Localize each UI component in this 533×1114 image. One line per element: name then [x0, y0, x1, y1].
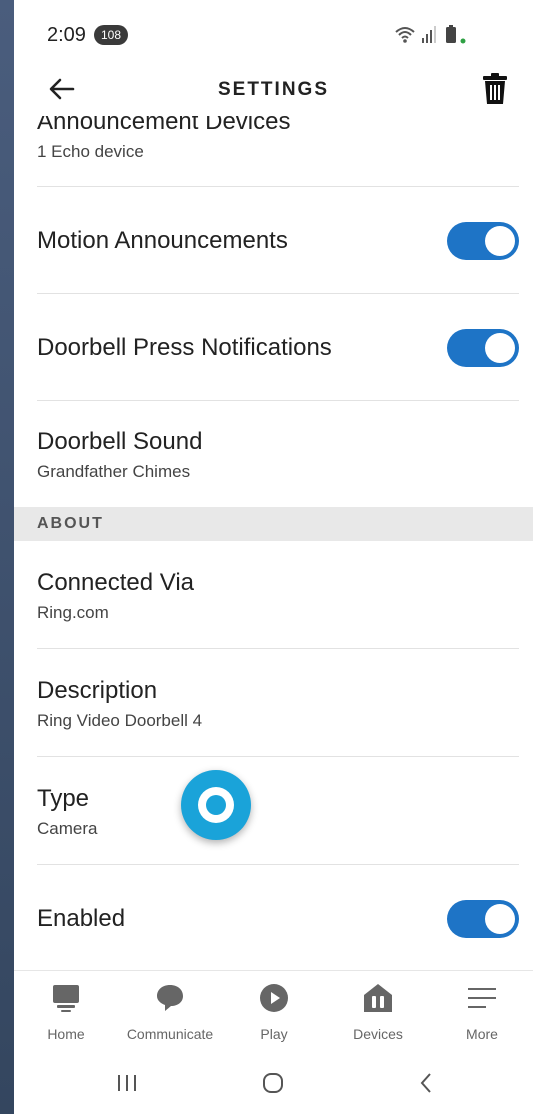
status-bar: 2:09 108 [14, 0, 533, 60]
toggle-knob [485, 226, 515, 256]
about-title: Description [37, 677, 158, 704]
notification-count-badge: 108 [94, 25, 128, 45]
status-time: 2:09 [47, 24, 86, 46]
bottom-nav: Home Communicate Play Devices More [14, 970, 533, 1051]
system-back-button[interactable] [412, 1068, 442, 1098]
about-description: Description Ring Video Doorbell 4 [14, 649, 533, 756]
chevron-left-icon [420, 1073, 431, 1093]
signal-icon [422, 26, 436, 43]
setting-motion-announcements: Motion Announcements [14, 187, 533, 293]
home-circle-icon [263, 1073, 283, 1093]
app-header: SETTINGS [14, 60, 533, 116]
setting-title: Enabled [37, 905, 126, 932]
status-icons [394, 24, 474, 46]
toggle-knob [485, 333, 515, 363]
trash-icon [483, 73, 507, 104]
nav-devices[interactable]: Devices [328, 971, 428, 1051]
about-title: Type [37, 785, 90, 812]
doorbell-press-toggle[interactable] [447, 329, 519, 367]
setting-title: Doorbell Press Notifications [37, 334, 332, 361]
enabled-toggle[interactable] [447, 900, 519, 938]
section-header-about: ABOUT [14, 507, 533, 541]
nav-label: More [466, 1026, 498, 1042]
motion-announcements-toggle[interactable] [447, 222, 519, 260]
setting-enabled: Enabled [14, 865, 533, 970]
nav-play[interactable]: Play [224, 971, 324, 1051]
app-screen: 2:09 108 SETTINGS Announcement Devices 1… [14, 0, 533, 1114]
battery-icon [446, 25, 466, 44]
about-value: Ring Video Doorbell 4 [37, 711, 203, 730]
settings-list: Announcement Devices 1 Echo device Motio… [14, 116, 533, 970]
toggle-knob [485, 904, 515, 934]
setting-title: Announcement Devices [37, 116, 291, 135]
nav-more[interactable]: More [432, 971, 532, 1051]
setting-doorbell-sound[interactable]: Doorbell Sound Grandfather Chimes [14, 401, 533, 507]
play-icon [260, 984, 288, 1012]
system-navigation-bar [14, 1050, 533, 1114]
nav-label: Devices [353, 1026, 403, 1042]
recent-apps-icon [118, 1075, 136, 1091]
setting-title: Doorbell Sound [37, 428, 203, 455]
about-value: Camera [37, 819, 98, 838]
device-frame-edge [0, 0, 14, 1114]
section-label: ABOUT [37, 515, 104, 532]
wifi-icon [395, 27, 415, 43]
hamburger-menu-icon [468, 988, 496, 1008]
page-title: SETTINGS [217, 79, 329, 100]
setting-subtitle: Grandfather Chimes [37, 462, 191, 481]
home-icon [53, 985, 79, 1012]
alexa-icon [198, 787, 234, 823]
devices-icon [364, 984, 392, 1012]
setting-doorbell-press-notifications: Doorbell Press Notifications [14, 294, 533, 400]
about-type: Type Camera [14, 757, 533, 864]
nav-label: Communicate [126, 1026, 214, 1042]
setting-subtitle: 1 Echo device [37, 142, 144, 161]
about-connected-via: Connected Via Ring.com [14, 541, 533, 648]
nav-home[interactable]: Home [16, 971, 116, 1051]
about-title: Connected Via [37, 569, 195, 596]
nav-label: Home [47, 1026, 85, 1042]
setting-title: Motion Announcements [37, 227, 288, 254]
nav-communicate[interactable]: Communicate [120, 971, 220, 1051]
nav-label: Play [260, 1026, 288, 1042]
home-button[interactable] [258, 1068, 288, 1098]
alexa-voice-button[interactable] [181, 770, 251, 840]
about-value: Ring.com [37, 603, 109, 622]
recent-apps-button[interactable] [112, 1068, 142, 1098]
setting-announcement-devices[interactable]: Announcement Devices 1 Echo device [14, 116, 533, 186]
chat-bubble-icon [157, 985, 183, 1011]
delete-button[interactable] [480, 72, 510, 106]
